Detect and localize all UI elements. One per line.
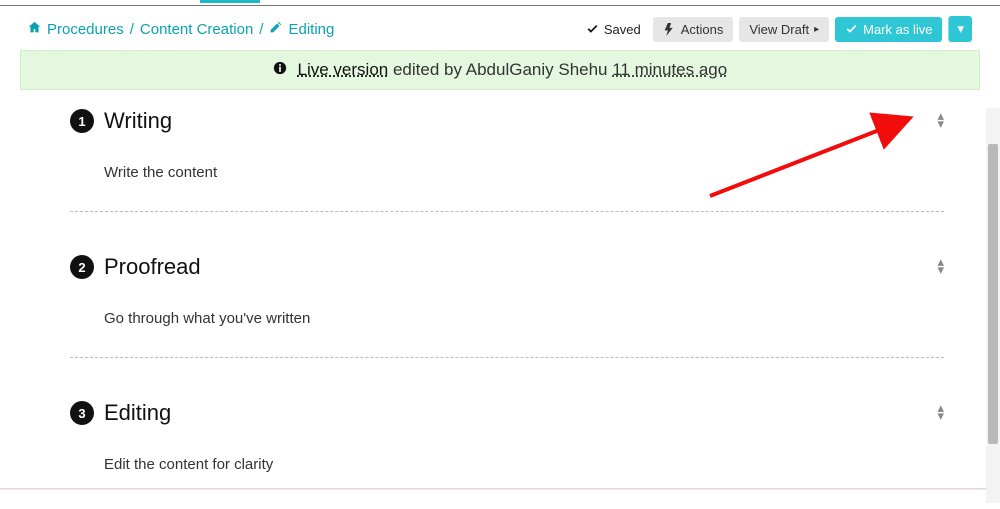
breadcrumb: Procedures / Content Creation / Editing [28, 21, 334, 38]
sort-handle-icon[interactable]: ▴▾ [937, 112, 944, 128]
check-icon [845, 23, 858, 36]
step-separator [70, 357, 944, 358]
info-icon [273, 61, 287, 79]
pencil-icon [269, 21, 282, 38]
step-item: 3 Editing ▴▾ Edit the content for clarit… [70, 392, 944, 490]
bottom-divider [0, 488, 1000, 490]
step-number-badge: 3 [70, 401, 94, 425]
step-separator [70, 211, 944, 212]
page-scrollbar[interactable] [986, 108, 1000, 503]
toolbar: Saved Actions View Draft ▸ Mark as live … [580, 16, 972, 42]
breadcrumb-content-creation[interactable]: Content Creation [140, 21, 253, 38]
step-item: 1 Writing ▴▾ Write the content [70, 100, 944, 212]
step-title[interactable]: Proofread [104, 254, 201, 280]
actions-button[interactable]: Actions [653, 17, 734, 42]
sort-handle-icon[interactable]: ▴▾ [937, 258, 944, 274]
page-scrollbar-thumb[interactable] [988, 144, 998, 444]
step-title[interactable]: Editing [104, 400, 171, 426]
banner-live-version-link[interactable]: Live version [298, 60, 389, 79]
steps-list: 1 Writing ▴▾ Write the content 2 Proofre… [20, 90, 980, 490]
step-number-badge: 1 [70, 109, 94, 133]
step-body[interactable]: Edit the content for clarity [70, 426, 944, 490]
caret-right-icon: ▸ [814, 24, 819, 35]
step-head: 1 Writing ▴▾ [70, 108, 944, 134]
steps-scroll-area[interactable]: 1 Writing ▴▾ Write the content 2 Proofre… [20, 90, 980, 490]
breadcrumb-sep: / [259, 21, 263, 38]
breadcrumb-current: Editing [288, 21, 334, 38]
sort-handle-icon[interactable]: ▴▾ [937, 404, 944, 420]
step-title[interactable]: Writing [104, 108, 172, 134]
view-draft-button[interactable]: View Draft ▸ [739, 17, 829, 42]
saved-indicator: Saved [580, 19, 647, 40]
actions-label: Actions [681, 22, 724, 37]
caret-down-icon: ▾ [957, 21, 964, 37]
step-head: 2 Proofread ▴▾ [70, 254, 944, 280]
mark-as-live-label: Mark as live [863, 22, 932, 37]
step-body[interactable]: Go through what you've written [70, 280, 944, 357]
mark-as-live-button[interactable]: Mark as live [835, 17, 942, 42]
view-draft-label: View Draft [749, 22, 809, 37]
breadcrumb-sep: / [130, 21, 134, 38]
step-body[interactable]: Write the content [70, 134, 944, 211]
breadcrumb-home[interactable]: Procedures [47, 21, 124, 38]
bolt-icon [663, 23, 676, 36]
step-head: 3 Editing ▴▾ [70, 400, 944, 426]
step-number-badge: 2 [70, 255, 94, 279]
mark-as-live-dropdown[interactable]: ▾ [948, 16, 972, 42]
topbar: Procedures / Content Creation / Editing … [0, 6, 1000, 50]
home-icon[interactable] [28, 21, 41, 38]
check-icon [586, 23, 599, 36]
banner-mid-text: edited by AbdulGaniy Shehu [388, 60, 612, 79]
top-accent [0, 0, 1000, 3]
step-item: 2 Proofread ▴▾ Go through what you've wr… [70, 246, 944, 358]
banner-time-ago[interactable]: 11 minutes ago [612, 60, 727, 79]
saved-label: Saved [604, 22, 641, 37]
live-version-banner: Live version edited by AbdulGaniy Shehu … [20, 50, 980, 90]
content-wrap: 1 Writing ▴▾ Write the content 2 Proofre… [0, 90, 1000, 490]
